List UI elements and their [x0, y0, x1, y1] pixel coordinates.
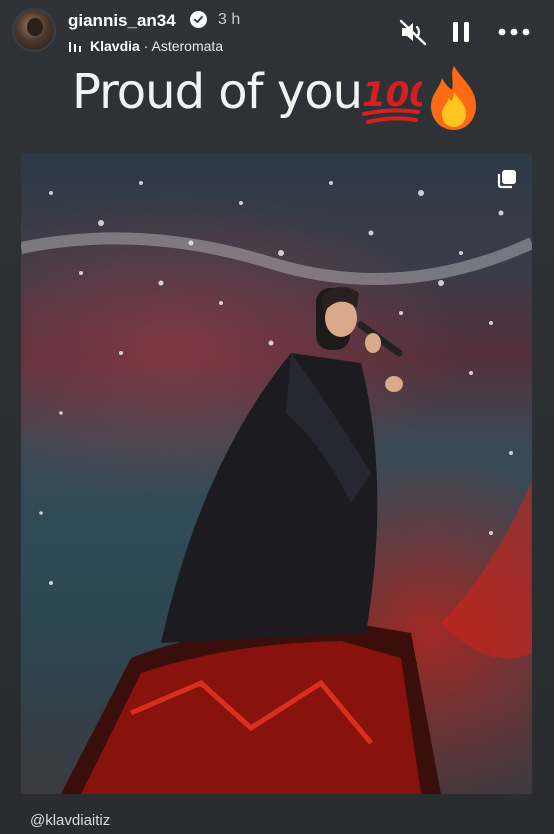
- avatar[interactable]: [12, 8, 56, 52]
- music-separator: ·: [139, 38, 152, 54]
- story-photo[interactable]: [21, 153, 532, 794]
- music-artist: Klavdia: [90, 38, 140, 54]
- multiple-photos-icon: [497, 170, 516, 189]
- post-time: 3 h: [218, 11, 241, 28]
- mute-icon[interactable]: [398, 18, 428, 46]
- hundred-points-icon: 100: [362, 75, 422, 124]
- story-header: giannis_an34 3 h Klavdia · Asteromata: [0, 0, 554, 64]
- music-bars-icon: [69, 42, 81, 52]
- more-options-icon[interactable]: [494, 18, 534, 46]
- stage-scene: [21, 181, 532, 794]
- fire-icon: [431, 66, 476, 130]
- story-caption: Proud of you: [72, 64, 363, 120]
- verified-badge-icon: [190, 11, 207, 28]
- mention-tag[interactable]: @klavdiaitiz: [30, 812, 110, 829]
- pause-icon[interactable]: [448, 18, 474, 46]
- username[interactable]: giannis_an34: [68, 11, 176, 31]
- music-info[interactable]: Klavdia · Asteromata: [90, 38, 223, 54]
- music-song: Asteromata: [151, 38, 224, 54]
